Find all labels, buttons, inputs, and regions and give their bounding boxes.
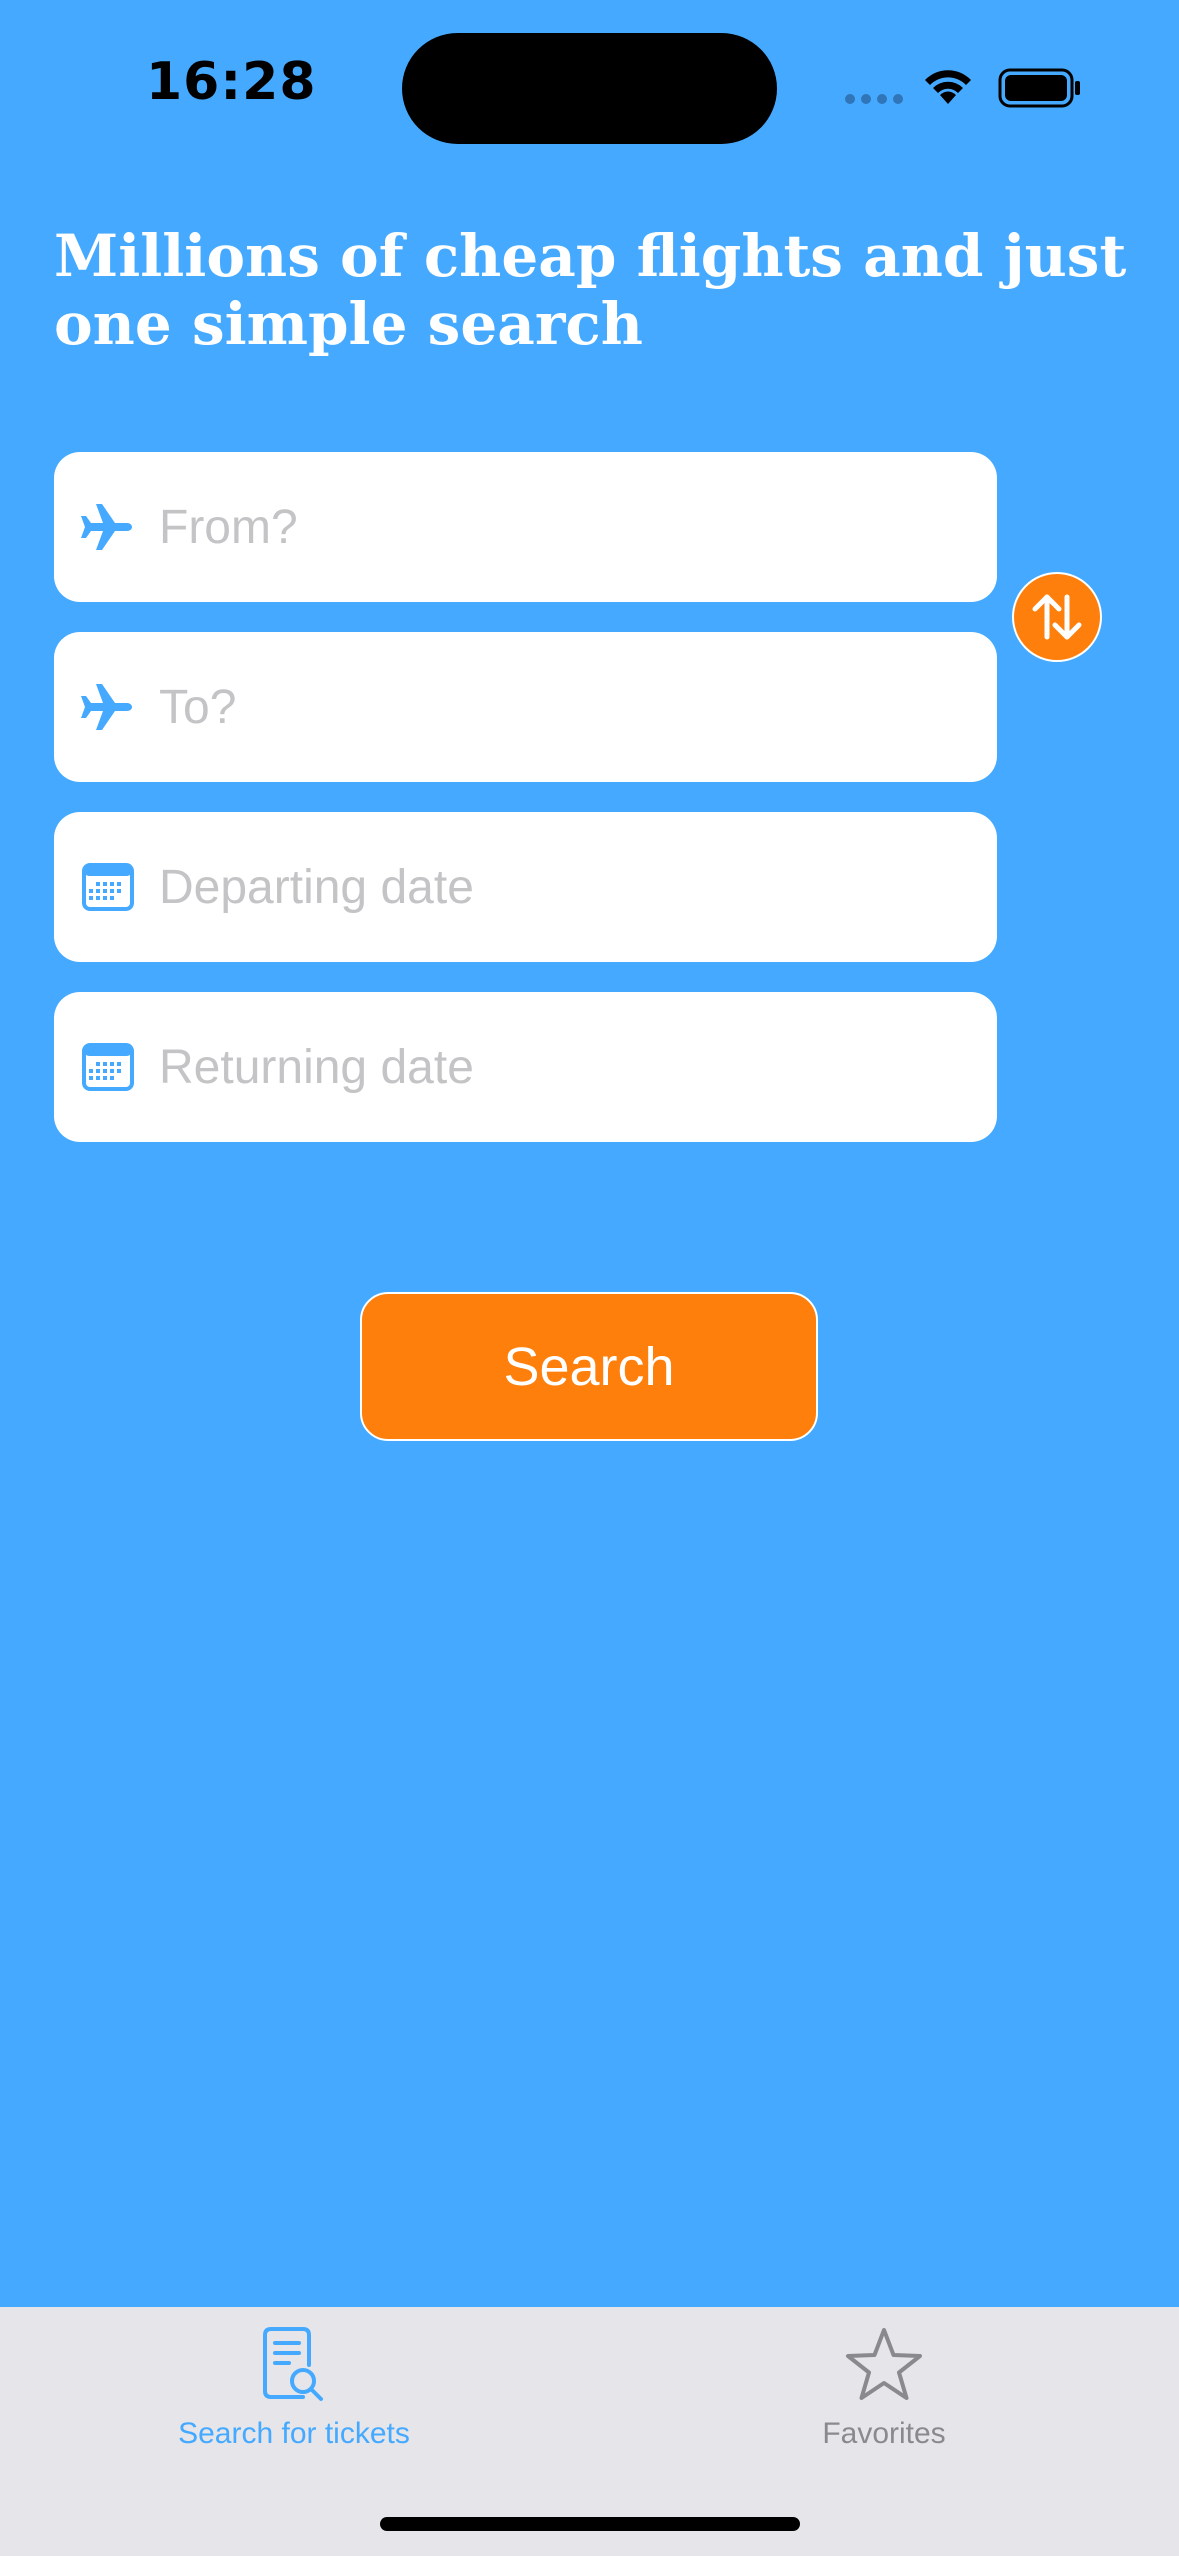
search-button[interactable]: Search [360,1292,818,1441]
dynamic-island [402,33,777,144]
returning-date-input[interactable] [159,992,959,1142]
search-document-icon [263,2327,323,2401]
from-field[interactable] [54,452,997,602]
cellular-signal-icon [845,94,905,106]
from-input[interactable] [159,452,959,602]
star-icon [846,2328,922,2400]
tab-label: Search for tickets [178,2417,410,2450]
departing-date-field[interactable] [54,812,997,962]
swap-button[interactable] [1012,572,1102,662]
to-field[interactable] [54,632,997,782]
tab-label: Favorites [822,2417,946,2450]
returning-date-field[interactable] [54,992,997,1142]
home-indicator [380,2517,800,2531]
status-bar: 16:28 [0,0,1179,170]
battery-icon [998,68,1080,108]
page-title: Millions of cheap flights and just one s… [54,222,1127,358]
departing-date-input[interactable] [159,812,959,962]
airplane-icon [81,504,132,550]
tab-search-for-tickets[interactable]: Search for tickets [94,2307,494,2457]
status-time: 16:28 [146,52,317,112]
calendar-icon [82,863,134,911]
swap-arrows-icon [1032,594,1082,640]
calendar-icon [82,1043,134,1091]
to-input[interactable] [159,632,959,782]
tab-favorites[interactable]: Favorites [684,2307,1084,2457]
airplane-icon [81,684,132,730]
wifi-icon [925,70,971,104]
